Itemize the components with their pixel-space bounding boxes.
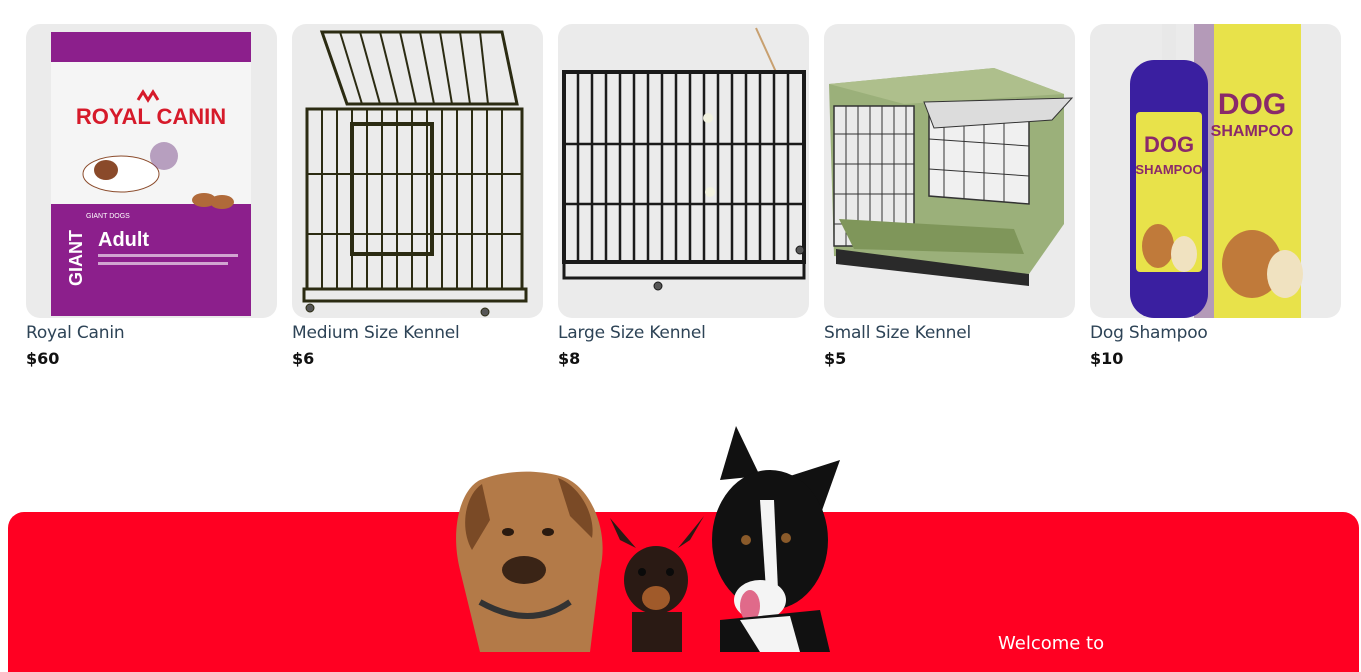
- bottle-text-shampoo: SHAMPOO: [1135, 162, 1202, 177]
- product-price: $5: [824, 349, 847, 368]
- mastiff-dog: [456, 471, 603, 652]
- box-text-dog: DOG: [1218, 88, 1286, 121]
- product-card-small-kennel[interactable]: Small Size Kennel $5: [824, 24, 1075, 369]
- hero-dogs-image: [456, 426, 840, 652]
- product-card-dog-shampoo[interactable]: DOG SHAMPOO DOG SHAMPOO Dog Shampoo $10: [1090, 24, 1341, 369]
- product-card-medium-kennel[interactable]: Medium Size Kennel $6: [292, 24, 543, 369]
- package-stage: Adult: [98, 229, 149, 251]
- product-grid: ROYAL CANIN GIANT DOGS Adult GIANT Royal…: [26, 24, 1341, 369]
- product-image-medium-kennel[interactable]: [292, 24, 543, 318]
- product-name[interactable]: Medium Size Kennel: [292, 322, 543, 344]
- pinscher-dog: [610, 516, 704, 652]
- product-name[interactable]: Royal Canin: [26, 322, 277, 344]
- product-price: $60: [26, 349, 60, 368]
- package-line: GIANT: [66, 230, 86, 286]
- product-image-dog-shampoo[interactable]: DOG SHAMPOO DOG SHAMPOO: [1090, 24, 1341, 318]
- product-image-small-kennel[interactable]: [824, 24, 1075, 318]
- product-card-large-kennel[interactable]: Large Size Kennel $8: [558, 24, 809, 369]
- product-price: $6: [292, 349, 315, 368]
- box-text-shampoo: SHAMPOO: [1211, 123, 1294, 140]
- product-image-royal-canin[interactable]: ROYAL CANIN GIANT DOGS Adult GIANT: [26, 24, 277, 318]
- product-name[interactable]: Large Size Kennel: [558, 322, 809, 344]
- product-name[interactable]: Small Size Kennel: [824, 322, 1075, 344]
- product-card-royal-canin[interactable]: ROYAL CANIN GIANT DOGS Adult GIANT Royal…: [26, 24, 277, 369]
- hero-welcome-text: Welcome to: [998, 633, 1105, 654]
- product-price: $10: [1090, 349, 1124, 368]
- product-price: $8: [558, 349, 581, 368]
- product-name[interactable]: Dog Shampoo: [1090, 322, 1341, 344]
- product-image-large-kennel[interactable]: [558, 24, 809, 318]
- bottle-text-dog: DOG: [1144, 132, 1194, 157]
- package-brand: ROYAL CANIN: [76, 104, 226, 129]
- collie-dog: [712, 426, 840, 652]
- package-sub: GIANT DOGS: [86, 213, 130, 220]
